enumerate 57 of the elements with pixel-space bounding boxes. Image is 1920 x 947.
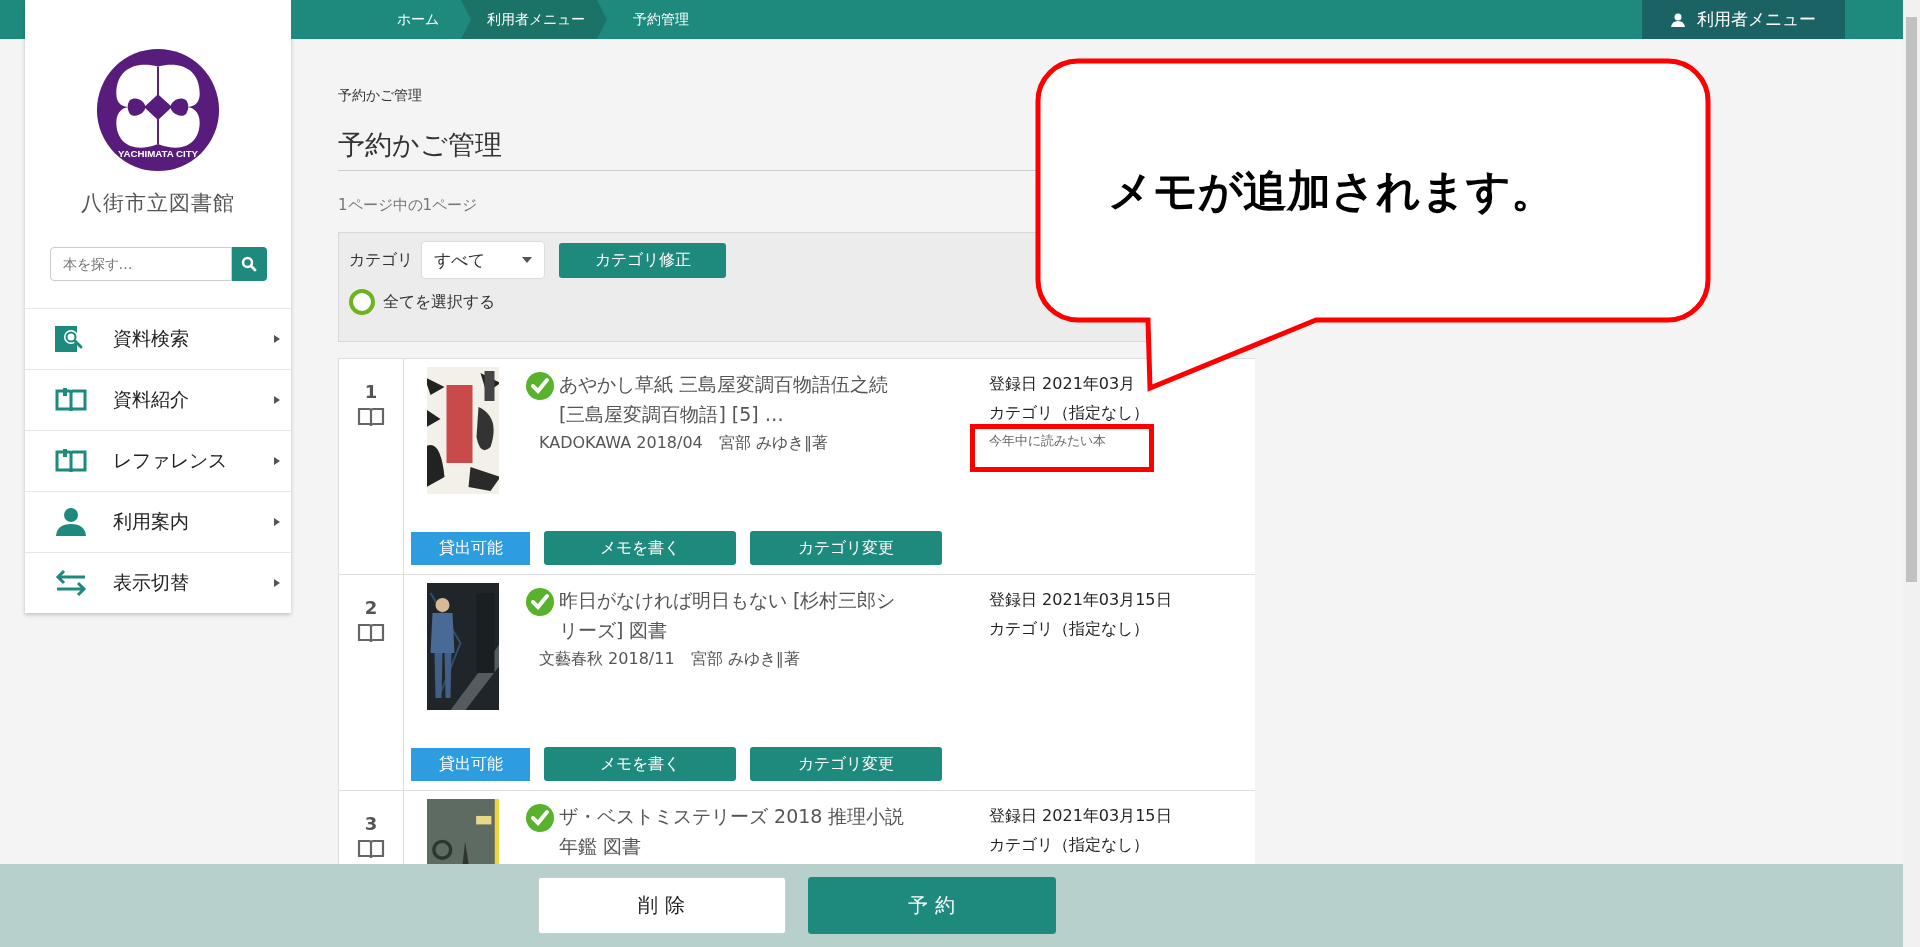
publisher-info: 文藝春秋 2018/11 宮部 みゆき∥著 [539,649,801,670]
check-icon [525,371,555,401]
publisher-info: KADOKAWA 2018/04 宮部 みゆき∥著 [539,433,829,454]
category-fix-button[interactable]: カテゴリ修正 [559,242,726,278]
user-icon [1671,12,1685,27]
caret-icon [273,517,281,527]
category-text: カテゴリ（指定なし） [989,834,1150,856]
select-all-label: 全てを選択する [383,291,495,313]
menu-item[interactable]: レファレンス [25,430,291,491]
row-action-button[interactable]: メモを書く [544,747,736,781]
availability-badge: 貸出可能 [411,531,530,565]
search-icon [241,256,257,272]
registered-date: 登録日 2021年03月 [989,373,1137,395]
menu-item[interactable]: 表示切替 [25,552,291,613]
page-breadcrumb: 予約かご管理 [338,87,423,105]
availability-badge: 貸出可能 [411,747,530,781]
search-field[interactable]: 本を探す… [49,247,232,281]
row-number: 2 [364,597,378,618]
book-title[interactable]: あやかし草紙 三島屋変調百物語伍之続 [三島屋変調百物語] [5] … [559,369,905,429]
registered-date: 登録日 2021年03月15日 [989,805,1172,827]
library-name: 八街市立図書館 [81,190,235,217]
category-label: カテゴリ [349,249,413,271]
row-action-button[interactable]: カテゴリ変更 [750,531,942,565]
row-action-button[interactable]: カテゴリ変更 [750,747,942,781]
caret-icon [273,578,281,588]
check-icon [525,587,555,617]
select-all-checkbox[interactable] [349,289,375,315]
caret-icon [273,456,281,466]
row-action-button[interactable]: メモを書く [544,531,736,565]
book-title[interactable]: 昨日がなければ明日もない [杉村三郎シリーズ] 図書 [559,585,905,645]
check-icon [525,803,555,833]
category-text: カテゴリ（指定なし） [989,402,1149,424]
search-button[interactable] [231,247,267,281]
category-text: カテゴリ（指定なし） [989,618,1150,640]
book-icon [357,838,385,860]
page-count: 1ページ中の1ページ [338,196,478,215]
caret-icon [273,395,281,405]
memo-text: 今年中に読みたい本 [989,432,1107,450]
category-dropdown[interactable]: すべて [421,241,545,279]
breadcrumb-link[interactable]: ホーム [371,0,461,39]
delete-button[interactable]: 削 除 [537,877,786,934]
menu-item[interactable]: 利用案内 [25,491,291,552]
menu-item[interactable]: 資料紹介 [25,369,291,430]
caret-icon [273,334,281,344]
book-icon [357,622,385,644]
breadcrumb-link[interactable]: 利用者メニュー [461,0,607,39]
city-logo: YACHIMATA CITY [95,47,221,173]
reserve-button[interactable]: 予 約 [807,877,1056,934]
row-number: 3 [364,813,378,834]
row-number: 1 [364,381,378,402]
menu-item[interactable]: 資料検索 [25,308,291,369]
book-icon [357,406,385,428]
breadcrumb-link[interactable]: 予約管理 [607,0,711,39]
book-title[interactable]: ザ・ベストミステリーズ 2018 推理小説年鑑 図書 [559,801,905,861]
user-menu-button[interactable]: 利用者メニュー [1642,0,1845,39]
registered-date: 登録日 2021年03月15日 [989,589,1172,611]
dropdown-caret-icon [522,257,532,263]
